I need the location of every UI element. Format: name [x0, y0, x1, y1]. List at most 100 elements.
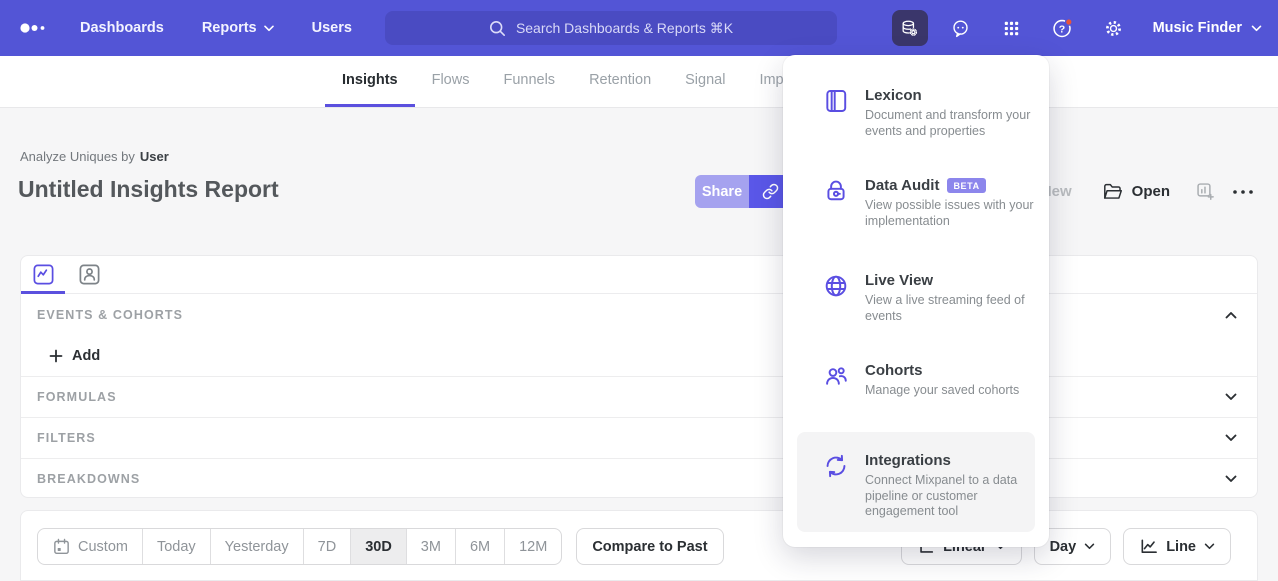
lexicon-book-icon: [823, 88, 849, 114]
page-title[interactable]: Untitled Insights Report: [18, 176, 279, 203]
chevron-down-icon: [1251, 25, 1262, 32]
top-nav: Dashboards Reports Users Search Dashboar…: [0, 0, 1278, 56]
apps-grid-icon[interactable]: [994, 10, 1030, 46]
date-range-12m[interactable]: 12M: [505, 529, 561, 564]
interval-label: Day: [1050, 539, 1077, 555]
search-input[interactable]: Search Dashboards & Reports ⌘K: [385, 11, 837, 45]
menu-item-title: Cohorts: [865, 362, 923, 379]
menu-item-title: Lexicon: [865, 87, 922, 104]
chevron-down-icon[interactable]: [1225, 393, 1237, 401]
date-range-label: Custom: [78, 539, 128, 555]
data-management-icon[interactable]: [892, 10, 928, 46]
menu-item-integrations[interactable]: Integrations Connect Mixpanel to a data …: [797, 432, 1035, 532]
breadcrumb: Analyze Uniques by User: [20, 149, 169, 164]
project-name: Music Finder: [1153, 20, 1242, 36]
chevron-down-icon[interactable]: [1225, 434, 1237, 442]
menu-item-title: Data Audit: [865, 177, 939, 194]
users-view-tab[interactable]: [77, 263, 101, 287]
section-label: EVENTS & COHORTS: [37, 308, 183, 322]
tab-signal[interactable]: Signal: [668, 56, 742, 107]
tab-insights[interactable]: Insights: [325, 56, 415, 107]
date-range-custom[interactable]: Custom: [38, 529, 143, 564]
menu-item-description: View a live streaming feed of events: [865, 293, 1035, 324]
events-view-tab[interactable]: [31, 263, 55, 287]
more-options-icon[interactable]: [1232, 189, 1254, 195]
query-panel-tabs: [21, 256, 1257, 294]
menu-item-description: View possible issues with your implement…: [865, 198, 1035, 229]
menu-item-cohorts[interactable]: Cohorts Manage your saved cohorts: [797, 362, 1035, 399]
help-icon[interactable]: ?: [1045, 10, 1081, 46]
line-chart-icon: [1139, 537, 1158, 556]
date-range-7d[interactable]: 7D: [304, 529, 352, 564]
menu-item-lexicon[interactable]: Lexicon Document and transform your even…: [797, 87, 1035, 139]
search-placeholder: Search Dashboards & Reports ⌘K: [516, 20, 733, 37]
active-tab-underline: [21, 291, 65, 294]
person-square-icon: [78, 263, 101, 286]
beta-badge: BETA: [947, 178, 985, 193]
add-button-label: Add: [72, 348, 100, 364]
nav-item-label: Reports: [202, 20, 257, 36]
nav-item-reports[interactable]: Reports: [202, 20, 274, 36]
mixpanel-insights-screen: Dashboards Reports Users Search Dashboar…: [0, 0, 1278, 581]
folder-icon: [1102, 181, 1123, 202]
nav-item-users[interactable]: Users: [312, 20, 352, 36]
menu-item-title: Live View: [865, 272, 933, 289]
tab-funnels[interactable]: Funnels: [486, 56, 572, 107]
menu-item-title: Integrations: [865, 452, 951, 469]
chevron-down-icon: [1084, 543, 1095, 550]
section-events-cohorts[interactable]: EVENTS & COHORTS: [21, 294, 1257, 336]
menu-item-description: Connect Mixpanel to a data pipeline or c…: [865, 473, 1035, 520]
chart-toolbar: Custom Today Yesterday 7D 30D 3M 6M 12M …: [20, 510, 1258, 581]
menu-item-data-audit[interactable]: Data Audit BETA View possible issues wit…: [797, 177, 1035, 229]
tab-flows[interactable]: Flows: [415, 56, 487, 107]
query-builder-panel: EVENTS & COHORTS Add FORMULAS FILTERS BR…: [20, 255, 1258, 498]
breadcrumb-entity[interactable]: User: [140, 149, 169, 164]
date-range-today[interactable]: Today: [143, 529, 211, 564]
live-view-globe-icon: [823, 273, 849, 299]
open-button-label: Open: [1132, 183, 1170, 200]
feedback-icon[interactable]: [943, 10, 979, 46]
section-filters[interactable]: FILTERS: [21, 417, 1257, 458]
menu-item-description: Document and transform your events and p…: [865, 108, 1035, 139]
date-range-control: Custom Today Yesterday 7D 30D 3M 6M 12M: [37, 528, 562, 565]
nav-item-dashboards[interactable]: Dashboards: [80, 20, 164, 36]
share-button[interactable]: Share: [695, 175, 749, 208]
section-formulas[interactable]: FORMULAS: [21, 376, 1257, 417]
events-add-row: Add: [21, 336, 1257, 376]
tab-retention[interactable]: Retention: [572, 56, 668, 107]
data-audit-lock-icon: [823, 178, 849, 204]
date-range-yesterday[interactable]: Yesterday: [211, 529, 304, 564]
menu-item-description: Manage your saved cohorts: [865, 383, 1035, 399]
nav-right-cluster: ? Music Finder: [892, 0, 1262, 56]
compare-to-past-button[interactable]: Compare to Past: [576, 528, 723, 565]
share-button-group: Share: [695, 175, 791, 208]
svg-text:?: ?: [1059, 23, 1065, 35]
open-report-button[interactable]: Open: [1102, 181, 1170, 202]
section-label: FORMULAS: [37, 390, 117, 404]
add-to-dashboard-icon[interactable]: [1195, 181, 1216, 202]
plus-icon: [49, 349, 63, 363]
add-event-button[interactable]: Add: [49, 348, 100, 364]
mixpanel-logo-icon[interactable]: [20, 22, 46, 34]
search-icon: [489, 20, 506, 37]
menu-item-live-view[interactable]: Live View View a live streaming feed of …: [797, 272, 1035, 324]
link-icon: [762, 183, 779, 200]
section-label: FILTERS: [37, 431, 96, 445]
integrations-sync-icon: [823, 453, 849, 479]
chart-square-icon: [32, 263, 55, 286]
chevron-down-icon: [1204, 543, 1215, 550]
date-range-3m[interactable]: 3M: [407, 529, 456, 564]
section-label: BREAKDOWNS: [37, 472, 140, 486]
date-range-6m[interactable]: 6M: [456, 529, 505, 564]
chart-type-select-button[interactable]: Line: [1123, 528, 1231, 565]
cohorts-people-icon: [823, 363, 849, 389]
settings-icon[interactable]: [1096, 10, 1132, 46]
project-switcher[interactable]: Music Finder: [1153, 20, 1262, 36]
chevron-down-icon[interactable]: [1225, 475, 1237, 483]
chevron-up-icon[interactable]: [1225, 311, 1237, 319]
report-actions: New Open: [1041, 175, 1254, 208]
breadcrumb-prefix: Analyze Uniques by: [20, 149, 135, 164]
section-breakdowns[interactable]: BREAKDOWNS: [21, 458, 1257, 498]
date-range-30d[interactable]: 30D: [351, 529, 407, 564]
primary-nav-links: Dashboards Reports Users: [80, 20, 352, 36]
